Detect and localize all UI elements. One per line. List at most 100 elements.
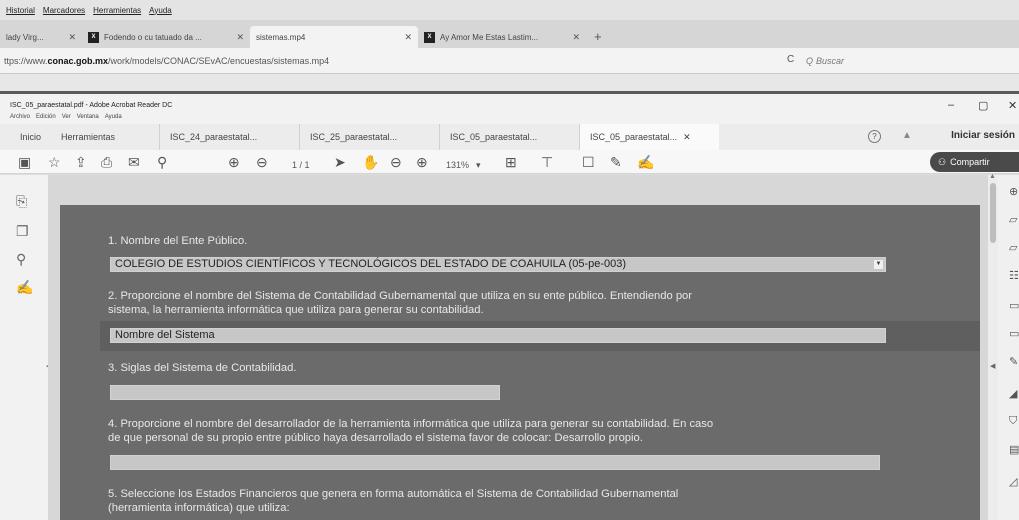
close-window-icon[interactable]: ✕ xyxy=(1008,99,1017,112)
nombre-sistema-field[interactable]: Nombre del Sistema xyxy=(110,328,886,343)
share-button[interactable]: ⚇ Compartir xyxy=(930,152,1019,172)
menu-ayuda-acrobat[interactable]: Ayuda xyxy=(105,114,122,124)
read-mode-icon[interactable]: ⊤ xyxy=(541,153,553,171)
menu-ayuda[interactable]: Ayuda xyxy=(149,6,172,15)
signin-button[interactable]: Iniciar sesión xyxy=(951,130,1015,141)
create-pdf-icon[interactable]: ▱ xyxy=(1009,241,1017,254)
signature-icon[interactable]: ✍ xyxy=(16,279,33,296)
menu-historial[interactable]: Historial xyxy=(6,6,35,15)
chevron-down-icon[interactable]: ▾ xyxy=(476,156,481,174)
zoom-in-icon[interactable]: ⊕ xyxy=(416,153,428,171)
sign-tool-icon[interactable]: ◿ xyxy=(1009,475,1017,488)
hand-tool-icon[interactable]: ✋ xyxy=(362,153,379,171)
question-5-line-1: 5. Seleccione los Estados Financieros qu… xyxy=(108,488,679,500)
browser-tab[interactable]: X Ay Amor Me Estas Lastim... ✕ xyxy=(418,26,586,48)
upload-icon[interactable]: ⇪ xyxy=(75,153,87,171)
attachment-icon[interactable]: ⚲ xyxy=(16,251,26,268)
browser-tab-active[interactable]: sistemas.mp4 ✕ xyxy=(250,26,418,48)
select-cursor-icon[interactable]: ➤ xyxy=(334,153,346,171)
browser-menu-bar: Historial Marcadores Herramientas Ayuda xyxy=(0,0,1019,20)
desarrollador-field[interactable] xyxy=(110,455,880,470)
question-3: 3. Siglas del Sistema de Contabilidad. xyxy=(108,362,297,374)
menu-herramientas[interactable]: Herramientas xyxy=(93,6,141,15)
doc-tab-active[interactable]: ISC_05_paraestatal... ✕ xyxy=(579,124,720,150)
siglas-sistema-field[interactable] xyxy=(110,385,500,400)
url-path: /work/models/CONAC/SEvAC/encuestas/siste… xyxy=(108,55,330,66)
url-bar[interactable]: ttps://www. conac.gob.mx/work/models/CONA… xyxy=(0,48,1019,74)
browser-tab-label: sistemas.mp4 xyxy=(256,32,306,42)
question-5-line-2: (herramienta informática) que utiliza: xyxy=(108,502,290,514)
nombre-sistema-value: Nombre del Sistema xyxy=(115,329,215,341)
menu-marcadores[interactable]: Marcadores xyxy=(43,6,85,15)
edit-pdf-icon[interactable]: ▱ xyxy=(1009,213,1017,226)
save-icon[interactable]: ▣ xyxy=(18,153,31,171)
page-up-icon[interactable]: ⊕ xyxy=(228,153,240,171)
ente-publico-select[interactable]: COLEGIO DE ESTUDIOS CIENTÍFICOS Y TECNOL… xyxy=(110,257,886,272)
page-indicator[interactable]: 1 / 1 xyxy=(292,156,310,174)
combine-files-icon[interactable]: ▭ xyxy=(1009,327,1019,340)
doc-tab[interactable]: ISC_25_paraestatal... xyxy=(299,124,439,150)
close-icon[interactable]: ✕ xyxy=(404,32,412,43)
comment-tool-icon[interactable]: ▭ xyxy=(1009,299,1019,312)
doc-tab[interactable]: ISC_24_paraestatal... xyxy=(159,124,299,150)
search-placeholder: Buscar xyxy=(816,56,845,66)
close-icon[interactable]: ✕ xyxy=(683,132,691,143)
comment-icon[interactable]: ☐ xyxy=(582,153,595,171)
pen-icon[interactable]: ✎ xyxy=(610,153,622,171)
protect-icon[interactable]: ⛉ xyxy=(1009,415,1017,428)
browser-tab-strip: lady Virg... ✕ X Fodendo o cu tatuado da… xyxy=(0,20,1019,48)
organize-pages-icon[interactable]: ☷ xyxy=(1009,269,1019,282)
tab-inicio[interactable]: Inicio xyxy=(0,124,51,150)
new-tab-icon[interactable]: + xyxy=(586,29,610,48)
copy-pages-icon[interactable]: ❐ xyxy=(16,223,29,240)
menu-edicion[interactable]: Edición xyxy=(36,114,56,124)
page-down-icon[interactable]: ⊖ xyxy=(256,153,268,171)
doc-tab-label: ISC_25_paraestatal... xyxy=(310,132,398,142)
bell-icon[interactable]: ▲ xyxy=(902,130,912,141)
browser-tab[interactable]: lady Virg... ✕ xyxy=(0,26,82,48)
menu-archivo[interactable]: Archivo xyxy=(10,114,30,124)
search-input[interactable]: Q Buscar xyxy=(806,52,1006,70)
zoom-level[interactable]: 131% xyxy=(446,156,469,174)
tab-herramientas[interactable]: Herramientas xyxy=(51,124,159,150)
pdf-form-page: 1. Nombre del Ente Público. COLEGIO DE E… xyxy=(60,205,980,520)
chevron-down-icon[interactable]: ▼ xyxy=(874,260,883,269)
site-favicon-icon: X xyxy=(88,31,99,43)
doc-tab[interactable]: ISC_05_paraestatal... xyxy=(439,124,579,150)
close-icon[interactable]: ✕ xyxy=(236,32,244,43)
menu-ver[interactable]: Ver xyxy=(62,114,71,124)
zoom-out-icon[interactable]: ⊖ xyxy=(390,153,402,171)
minimize-icon[interactable]: – xyxy=(948,99,954,111)
maximize-icon[interactable]: ▢ xyxy=(978,99,988,112)
collapse-right-icon[interactable]: ◀ xyxy=(990,362,995,370)
share-label: Compartir xyxy=(950,157,990,167)
document-viewport[interactable]: 1. Nombre del Ente Público. COLEGIO DE E… xyxy=(48,175,988,520)
compare-icon[interactable]: ▤ xyxy=(1009,443,1019,456)
browser-tab[interactable]: X Fodendo o cu tatuado da ... ✕ xyxy=(82,26,250,48)
question-4-line-1: 4. Proporcione el nombre del desarrollad… xyxy=(108,418,714,430)
question-1: 1. Nombre del Ente Público. xyxy=(108,235,248,247)
zoom-search-icon[interactable]: ⚲ xyxy=(157,153,167,171)
vertical-scrollbar[interactable]: ▲ xyxy=(988,173,998,520)
bookmark-star-icon[interactable]: ☆ xyxy=(48,153,61,171)
reload-icon[interactable]: C xyxy=(787,54,794,65)
browser-tab-label: Fodendo o cu tatuado da ... xyxy=(104,32,202,42)
scroll-up-icon[interactable]: ▲ xyxy=(989,173,996,180)
print-icon[interactable]: ⎙ xyxy=(101,153,112,171)
sign-icon[interactable]: ✍ xyxy=(637,153,654,171)
export-pdf-icon[interactable]: ⊕ xyxy=(1009,185,1018,198)
page-thumbnails-icon[interactable]: ⎘ xyxy=(16,193,27,210)
page-fit-icon[interactable]: ⊞ xyxy=(505,153,517,171)
menu-ventana[interactable]: Ventana xyxy=(77,114,99,124)
send-icon[interactable]: ◢ xyxy=(1009,387,1017,400)
fill-sign-icon[interactable]: ✎ xyxy=(1009,355,1018,368)
email-icon[interactable]: ✉ xyxy=(128,153,140,171)
question-2-line-1: 2. Proporcione el nombre del Sistema de … xyxy=(108,290,692,302)
scrollbar-thumb[interactable] xyxy=(990,183,996,243)
url-domain: conac.gob.mx xyxy=(47,55,109,66)
close-icon[interactable]: ✕ xyxy=(68,32,76,43)
close-icon[interactable]: ✕ xyxy=(572,32,580,43)
help-icon[interactable]: ? xyxy=(868,130,881,143)
browser-tab-label: lady Virg... xyxy=(6,32,44,42)
ente-publico-value: COLEGIO DE ESTUDIOS CIENTÍFICOS Y TECNOL… xyxy=(115,258,627,270)
